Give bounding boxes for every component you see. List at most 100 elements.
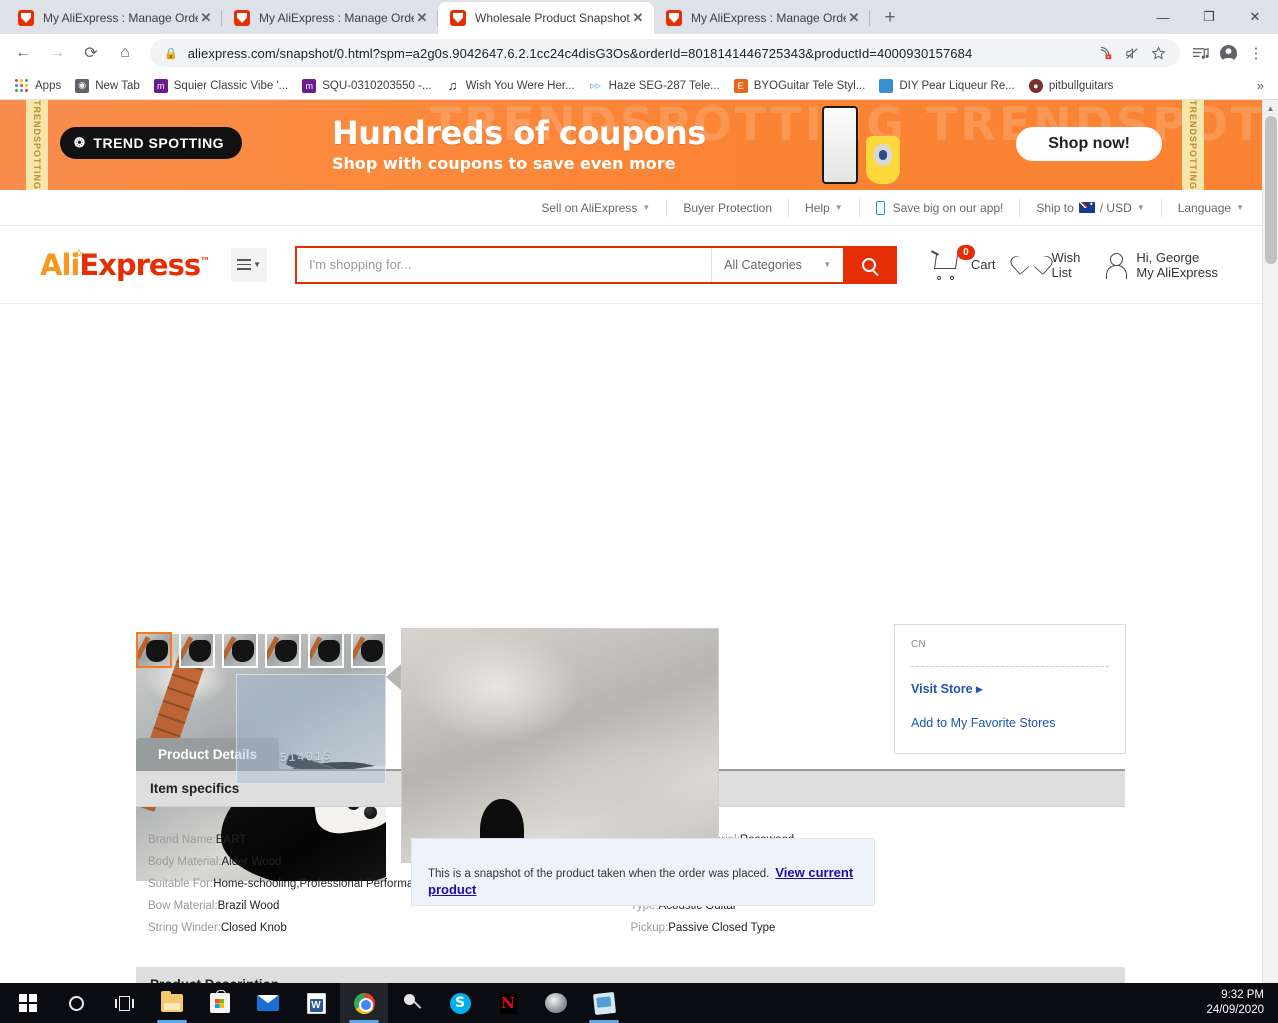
close-window-button[interactable]: ✕ (1232, 1, 1278, 33)
nav-language[interactable]: Language ▼ (1162, 199, 1244, 217)
cortana-button[interactable] (52, 983, 100, 1023)
new-tab-button[interactable]: + (876, 4, 904, 32)
promo-stripe-left: TRENDSPOTTING (26, 100, 48, 190)
taskbar-netflix[interactable]: N (484, 983, 532, 1023)
address-bar[interactable]: 🔒 aliexpress.com/snapshot/0.html?spm=a2g… (150, 39, 1180, 67)
cart-button[interactable]: 0 Cart (930, 244, 995, 280)
bookmark-star-icon[interactable] (1146, 41, 1170, 65)
account-label: Hi, George My AliExpress (1136, 250, 1218, 280)
skype-icon: S (449, 992, 471, 1014)
nav-save-big-app[interactable]: Save big on our app! (860, 198, 1021, 217)
reading-list-icon[interactable] (1186, 39, 1214, 67)
nav-ship-to[interactable]: Ship to / USD ▼ (1020, 198, 1162, 217)
bookmark-wish-you-were-here[interactable]: ♫ Wish You Were Her... (439, 75, 582, 97)
account-my-aliexpress: My AliExpress (1136, 264, 1218, 280)
wishlist-button[interactable]: Wish List (1019, 250, 1080, 280)
no-sound-icon[interactable] (1120, 41, 1144, 65)
account-button[interactable]: Hi, George My AliExpress (1104, 250, 1218, 280)
visit-store-link[interactable]: Visit Store ▸ (911, 681, 1109, 696)
nav-help[interactable]: Help ▼ (789, 198, 860, 217)
taskbar-search-app[interactable] (388, 983, 436, 1023)
image-zoom-lens[interactable] (236, 674, 386, 784)
product-thumbnail[interactable] (265, 632, 301, 668)
browser-tab-active[interactable]: Wholesale Product Snapshot Pro ✕ (438, 2, 654, 34)
taskbar-chrome[interactable] (340, 983, 388, 1023)
tab-close-icon[interactable]: ✕ (846, 10, 862, 26)
product-thumbnail[interactable] (351, 632, 387, 668)
cast-icon[interactable]: × (1094, 41, 1118, 65)
site-top-nav: Sell on AliExpress ▼ Buyer Protection He… (0, 190, 1262, 226)
tab-close-icon[interactable]: ✕ (198, 10, 214, 26)
forward-button[interactable]: → (42, 38, 72, 68)
page-scrollbar[interactable]: ▲ (1262, 100, 1278, 988)
scrollbar-thumb[interactable] (1265, 116, 1277, 264)
taskbar-word[interactable] (292, 983, 340, 1023)
tab-close-icon[interactable]: ✕ (630, 10, 646, 26)
e-square-icon: E (733, 78, 748, 93)
bookmark-haze-seg-287[interactable]: ▹▹ Haze SEG-287 Tele... (582, 75, 727, 97)
tab-title: My AliExpress : Manage Orders (691, 11, 846, 25)
bookmark-byoguitar-tele[interactable]: E BYOGuitar Tele Styl... (727, 75, 873, 97)
product-thumbnail[interactable] (136, 632, 172, 668)
system-tray-clock[interactable]: 9:32 PM 24/09/2020 (1206, 988, 1278, 1018)
browser-tab[interactable]: My AliExpress : Manage Orders ✕ (6, 2, 222, 34)
maximize-button[interactable]: ❐ (1186, 1, 1232, 33)
bookmark-squier-classic-vibe[interactable]: m Squier Classic Vibe '... (147, 75, 295, 97)
reload-button[interactable]: ⟳ (76, 38, 106, 68)
taskbar-skype[interactable]: S (436, 983, 484, 1023)
chevron-down-icon: ▼ (1236, 203, 1244, 212)
bookmarks-overflow-icon[interactable]: » (1251, 78, 1270, 93)
hamburger-icon (237, 259, 252, 270)
search-button[interactable] (843, 247, 896, 282)
nav-label: Sell on AliExpress (541, 200, 638, 215)
nav-buyer-protection[interactable]: Buyer Protection (667, 198, 790, 217)
back-button[interactable]: ← (8, 38, 38, 68)
scroll-up-arrow-icon[interactable]: ▲ (1263, 100, 1278, 116)
spec-key: String Winder: (148, 922, 221, 934)
start-button[interactable] (4, 983, 52, 1023)
word-icon (306, 992, 326, 1014)
bookmark-pitbullguitars[interactable]: ● pitbullguitars (1022, 75, 1121, 97)
speaker-icon (545, 993, 567, 1013)
minimize-button[interactable]: — (1140, 1, 1186, 33)
browser-tab[interactable]: My AliExpress : Manage Orders ✕ (222, 2, 438, 34)
taskbar-audio-app[interactable] (532, 983, 580, 1023)
bookmark-new-tab[interactable]: ◉ New Tab (68, 75, 147, 97)
bookmark-label: Squier Classic Vibe '... (173, 79, 289, 92)
category-menu-button[interactable]: ▼ (231, 247, 268, 282)
promo-stripe-text: TRENDSPOTTING (1188, 100, 1198, 190)
person-icon (1104, 252, 1128, 279)
product-thumbnail[interactable] (222, 632, 258, 668)
promo-banner[interactable]: TRENDSPOTTING TRENDSPOTTING TRENDSPOTTIN… (0, 100, 1262, 190)
nav-sell-on-aliexpress[interactable]: Sell on AliExpress ▼ (525, 198, 668, 217)
product-thumbnail[interactable] (179, 632, 215, 668)
bookmark-diy-pear-liqueur[interactable]: DIY Pear Liqueur Re... (872, 75, 1022, 97)
categories-label: All Categories (724, 257, 802, 272)
chrome-menu-icon[interactable]: ⋮ (1242, 39, 1270, 67)
promo-headline: Hundreds of coupons (332, 114, 706, 152)
search-input[interactable] (297, 247, 712, 282)
bookmark-squ-0310203550[interactable]: m SQU-0310203550 -... (295, 75, 438, 97)
add-favorite-store-link[interactable]: Add to My Favorite Stores (911, 716, 1109, 730)
task-view-button[interactable] (100, 983, 148, 1023)
categories-dropdown[interactable]: All Categories ▼ (711, 247, 844, 282)
browser-tab[interactable]: My AliExpress : Manage Orders ✕ (654, 2, 870, 34)
product-thumbnail[interactable] (308, 632, 344, 668)
netflix-icon: N (499, 992, 517, 1014)
taskbar-microsoft-store[interactable] (196, 983, 244, 1023)
apps-grid-icon (15, 78, 29, 93)
shop-now-button[interactable]: Shop now! (1016, 127, 1162, 161)
bookmark-apps[interactable]: Apps (8, 75, 68, 97)
chevron-down-icon: ▼ (834, 203, 843, 212)
taskbar-mail[interactable] (244, 983, 292, 1023)
promo-subline: Shop with coupons to save even more (332, 154, 676, 173)
page-viewport: TRENDSPOTTING TRENDSPOTTING TRENDSPOTTIN… (0, 100, 1278, 988)
home-button[interactable]: ⌂ (110, 38, 140, 68)
taskbar-blue-app[interactable] (580, 983, 628, 1023)
nav-label: Language (1177, 200, 1232, 215)
tab-close-icon[interactable]: ✕ (414, 10, 430, 26)
aliexpress-logo[interactable]: ✧ AliExpress™ (40, 246, 210, 282)
profile-avatar-icon[interactable] (1214, 39, 1242, 67)
note-icon: ♫ (447, 78, 458, 93)
taskbar-file-explorer[interactable] (148, 983, 196, 1023)
